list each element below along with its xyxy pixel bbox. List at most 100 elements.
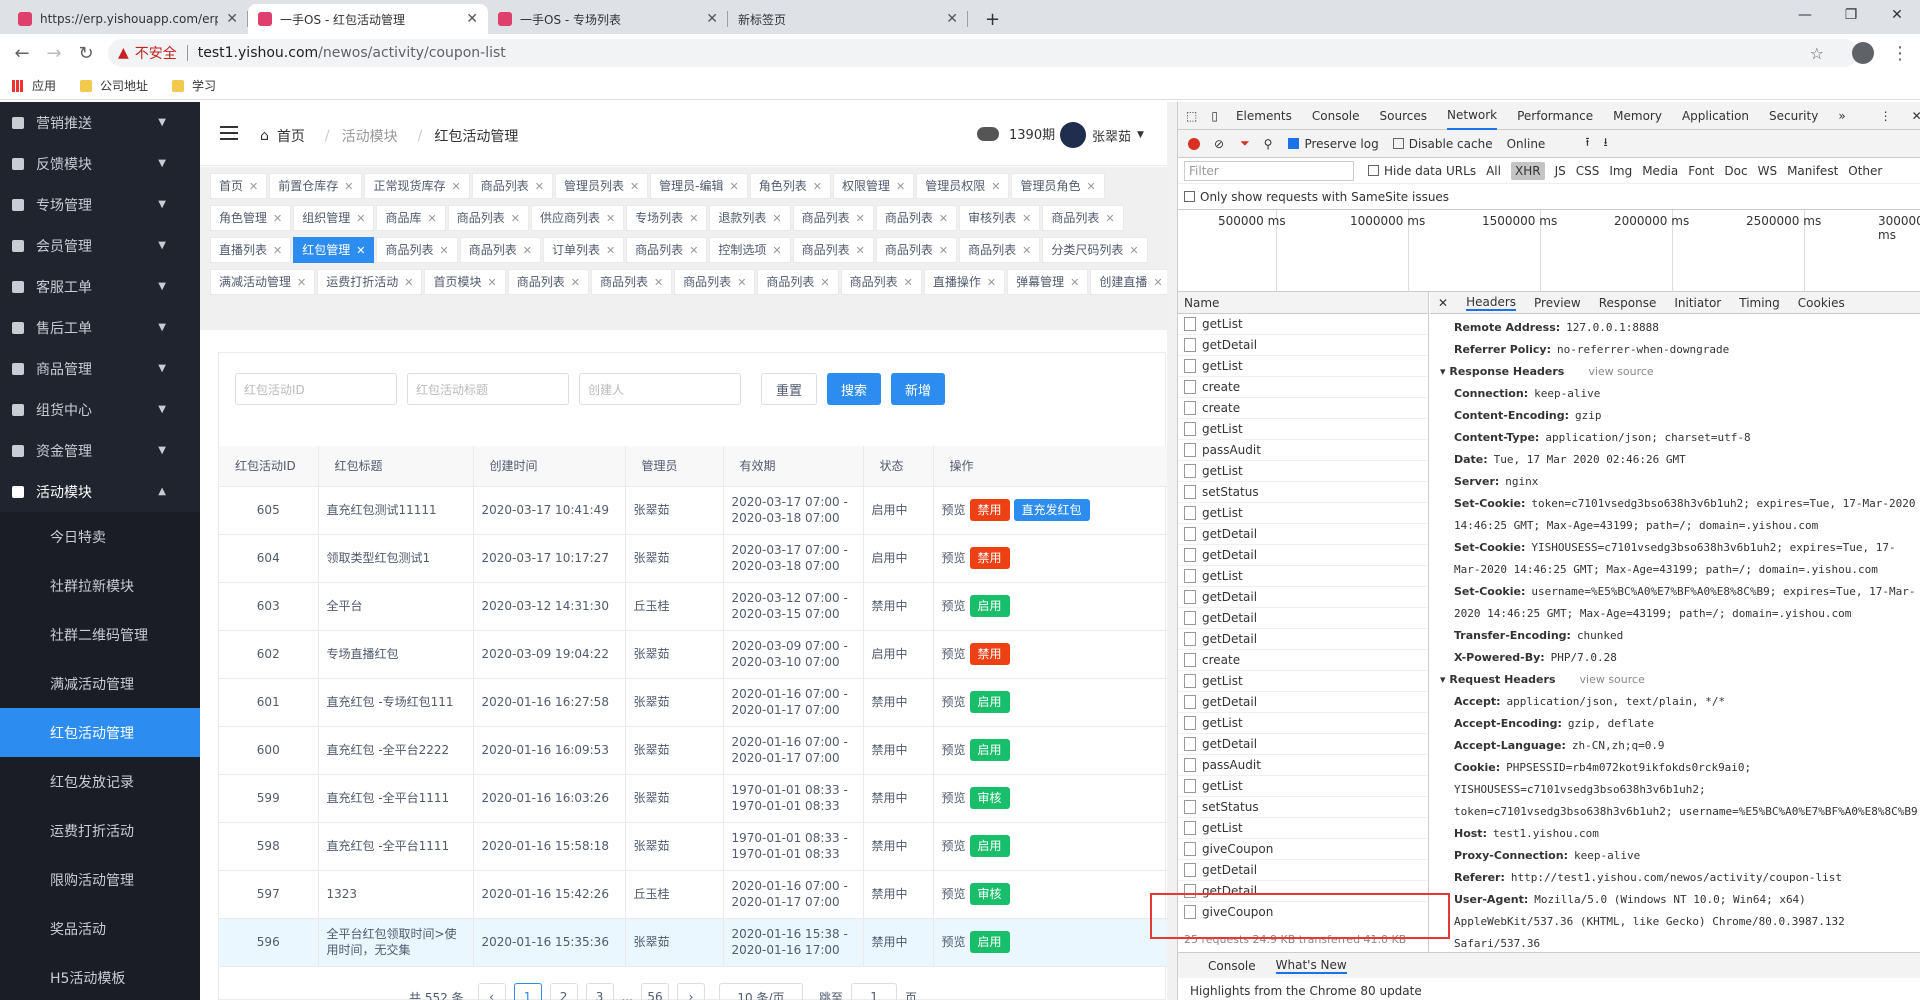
request-row[interactable]: getDetail	[1178, 860, 1428, 881]
tag-close-icon[interactable]: ✕	[1153, 276, 1162, 289]
tab-timing[interactable]: Timing	[1739, 296, 1780, 310]
tag-close-icon[interactable]: ✕	[856, 244, 865, 257]
op-button[interactable]: 禁用	[969, 547, 1010, 569]
download-icon[interactable]: ⭳	[1604, 133, 1608, 154]
request-row[interactable]: getList	[1178, 713, 1428, 734]
type-media[interactable]: Media	[1642, 164, 1678, 178]
tab-network[interactable]: Network	[1447, 102, 1498, 130]
request-row[interactable]: getDetail	[1178, 608, 1428, 629]
inspect-icon[interactable]: ⬚	[1186, 102, 1197, 130]
name-column-header[interactable]: Name	[1178, 292, 1428, 314]
tag-close-icon[interactable]: ✕	[813, 180, 822, 193]
tag-item[interactable]: 管理员权限 ✕	[916, 173, 1010, 199]
tag-item[interactable]: 权限管理 ✕	[832, 173, 915, 199]
close-icon[interactable]: ✕	[706, 11, 718, 27]
tag-item[interactable]: 正常现货库存 ✕	[364, 173, 470, 199]
request-row[interactable]: getDetail	[1178, 524, 1428, 545]
throttle-select[interactable]: Online	[1507, 137, 1546, 151]
tag-close-icon[interactable]: ✕	[904, 276, 913, 289]
tag-item[interactable]: 商品列表 ✕	[757, 269, 839, 295]
prev-page-icon[interactable]: ‹	[477, 983, 506, 1000]
browser-tab[interactable]: 一手OS - 专场列表 ✕	[488, 4, 728, 34]
tag-close-icon[interactable]: ✕	[820, 276, 829, 289]
kebab-menu-icon[interactable]: ⋮	[1880, 102, 1892, 130]
request-row[interactable]: setStatus	[1178, 797, 1428, 818]
tag-item[interactable]: 控制选项 ✕	[709, 237, 791, 263]
tag-close-icon[interactable]: ✕	[939, 212, 948, 225]
sidebar-item-service[interactable]: 客服工单 ▼	[0, 266, 200, 307]
browser-tab-active[interactable]: 一手OS - 红包活动管理 ✕	[248, 4, 488, 34]
tab-preview[interactable]: Preview	[1534, 296, 1581, 310]
op-button[interactable]: 启用	[969, 739, 1010, 761]
hide-data-urls-checkbox[interactable]	[1368, 165, 1379, 176]
tag-item[interactable]: 直播列表 ✕	[210, 237, 292, 263]
request-row[interactable]: create	[1178, 398, 1428, 419]
tag-item[interactable]: 商品列表 ✕	[459, 237, 541, 263]
tag-item[interactable]: 商品列表 ✕	[1042, 205, 1124, 231]
creator-input[interactable]: 创建人	[579, 373, 741, 405]
op-button[interactable]: 预览	[942, 791, 966, 805]
tag-close-icon[interactable]: ✕	[1022, 244, 1031, 257]
tag-item[interactable]: 首页模块 ✕	[424, 269, 506, 295]
request-row[interactable]: getList	[1178, 776, 1428, 797]
filter-input[interactable]: Filter	[1184, 160, 1354, 181]
tag-close-icon[interactable]: ✕	[1129, 244, 1138, 257]
type-xhr[interactable]: XHR	[1510, 161, 1545, 180]
url-bar[interactable]: ▲ 不安全 test1.yishou.com /newos/activity/c…	[108, 39, 1858, 67]
sidebar-subitem[interactable]: 运费打折活动	[0, 806, 200, 855]
page-1[interactable]: 1	[513, 983, 542, 1000]
reset-button[interactable]: 重置	[761, 373, 818, 405]
op-button[interactable]: 直充发红包	[1013, 499, 1090, 521]
bookmark-star-icon[interactable]: ☆	[1810, 44, 1824, 63]
request-row[interactable]: getDetail	[1178, 335, 1428, 356]
sidebar-item-special[interactable]: 专场管理 ▼	[0, 184, 200, 225]
type-ws[interactable]: WS	[1758, 164, 1777, 178]
tab-whats-new[interactable]: What's New	[1275, 958, 1347, 974]
tag-close-icon[interactable]: ✕	[654, 276, 663, 289]
tag-close-icon[interactable]: ✕	[356, 212, 365, 225]
tab-drawer-console[interactable]: Console	[1208, 959, 1256, 973]
tag-item[interactable]: 商品列表 ✕	[471, 173, 553, 199]
tab-security[interactable]: Security	[1769, 102, 1818, 130]
sidebar-subitem[interactable]: 今日特卖	[0, 512, 200, 561]
tag-close-icon[interactable]: ✕	[772, 244, 781, 257]
forward-icon[interactable]: →	[42, 41, 66, 65]
tag-close-icon[interactable]: ✕	[606, 244, 615, 257]
request-row[interactable]: getDetail	[1178, 734, 1428, 755]
request-row[interactable]: getList	[1178, 671, 1428, 692]
tag-item[interactable]: 角色管理 ✕	[210, 205, 292, 231]
op-button[interactable]: 预览	[942, 887, 966, 901]
tag-item[interactable]: 商品列表 ✕	[792, 237, 874, 263]
back-icon[interactable]: ←	[10, 41, 34, 65]
sidebar-item-activity[interactable]: 活动模块 ▲	[0, 471, 200, 512]
tag-item[interactable]: 弹幕管理 ✕	[1007, 269, 1089, 295]
op-button[interactable]: 禁用	[969, 643, 1010, 665]
sidebar-item-feedback[interactable]: 反馈模块 ▼	[0, 143, 200, 184]
hamburger-menu-icon[interactable]	[220, 126, 238, 140]
tag-close-icon[interactable]: ✕	[689, 212, 698, 225]
breadcrumb-module[interactable]: 活动模块	[342, 126, 398, 146]
tag-item[interactable]: 商品列表 ✕	[875, 205, 958, 231]
search-button[interactable]: 搜索	[827, 373, 882, 405]
filter-funnel-icon[interactable]: ⏷	[1240, 136, 1250, 151]
request-row[interactable]: setStatus	[1178, 482, 1428, 503]
tag-close-icon[interactable]: ✕	[451, 180, 460, 193]
new-tab-button[interactable]: +	[975, 4, 1005, 34]
table-row[interactable]: 599 直充红包 -全平台1111 2020-01-16 16:03:26 张翠茹 19…	[219, 774, 1168, 823]
page-3[interactable]: 3	[585, 983, 614, 1000]
sidebar-item-aftersale[interactable]: 售后工单 ▼	[0, 307, 200, 348]
tag-item[interactable]: 商品库 ✕	[376, 205, 446, 231]
network-timeline[interactable]: 500000 ms 1000000 ms 1500000 ms 2000000 ms 2…	[1178, 210, 1920, 292]
request-row[interactable]: getList	[1178, 566, 1428, 587]
window-close-icon[interactable]: ✕	[1874, 0, 1920, 30]
section-header[interactable]: ▾ Request Headers view source	[1440, 669, 1920, 691]
table-row[interactable]: 603 全平台 2020-03-12 14:31:30 丘玉桂 2020-03-12 0…	[219, 582, 1168, 631]
tag-item[interactable]: 首页 ✕	[210, 173, 268, 199]
tag-close-icon[interactable]: ✕	[487, 276, 496, 289]
tag-close-icon[interactable]: ✕	[511, 212, 520, 225]
op-button[interactable]: 审核	[969, 787, 1010, 809]
tag-item[interactable]: 分类尺码列表 ✕	[1042, 237, 1148, 263]
tab-memory[interactable]: Memory	[1613, 102, 1662, 130]
tag-close-icon[interactable]: ✕	[297, 276, 306, 289]
page-scrollbar[interactable]	[1167, 102, 1177, 1000]
